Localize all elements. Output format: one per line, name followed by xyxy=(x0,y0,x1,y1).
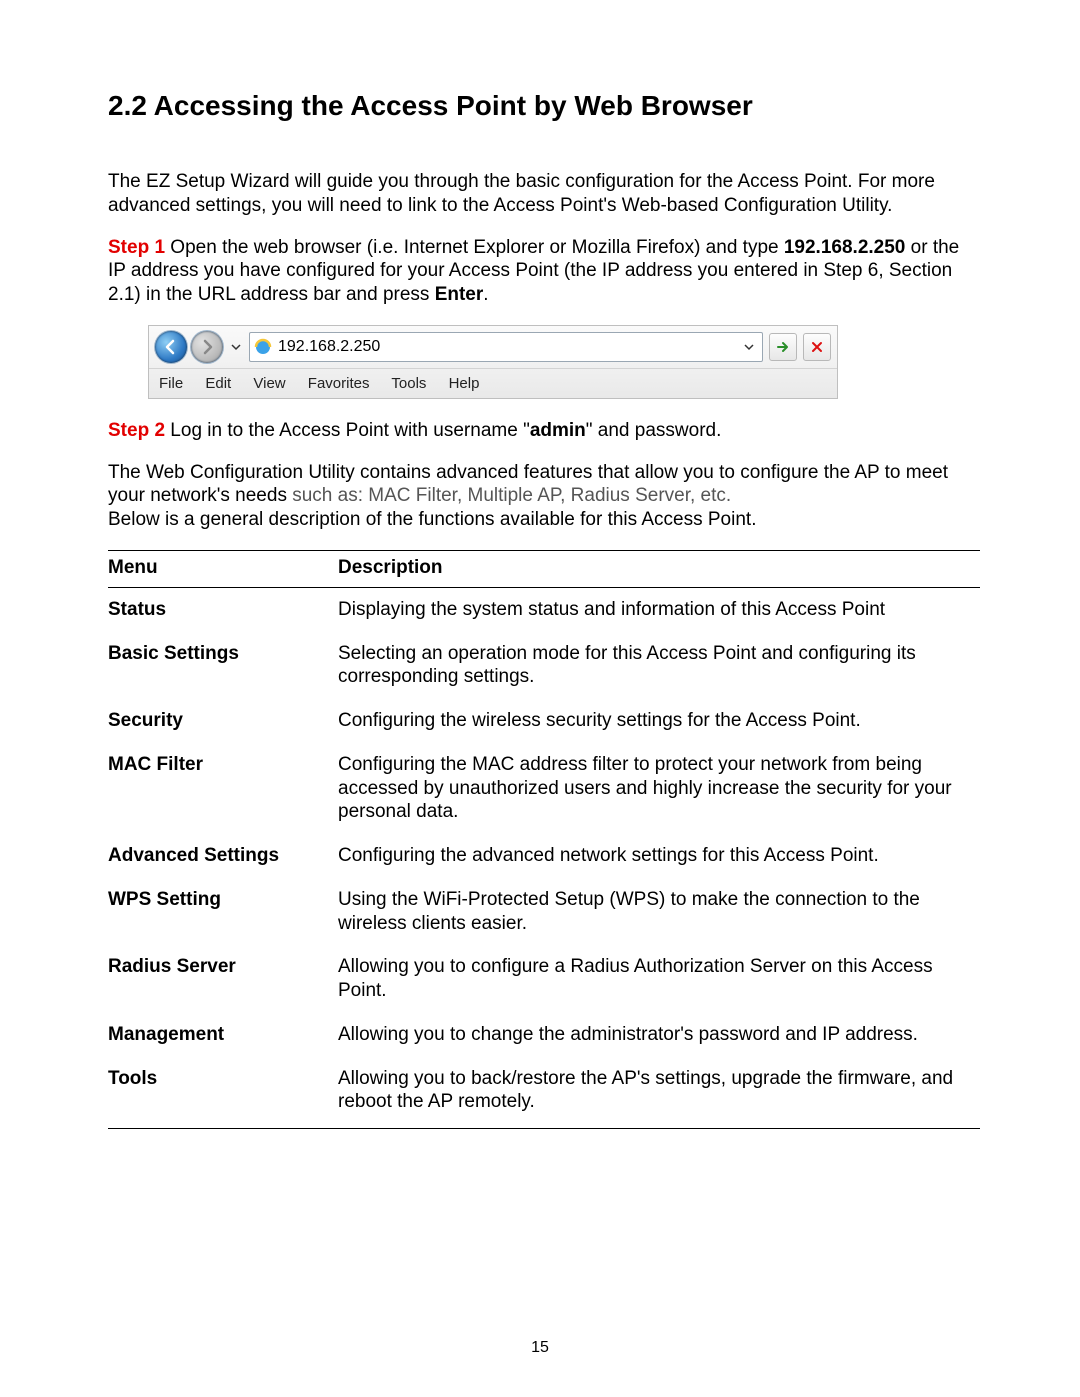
desc-advanced-settings: Configuring the advanced network setting… xyxy=(338,834,980,878)
th-description: Description xyxy=(338,550,980,587)
nav-dropdown[interactable] xyxy=(230,341,242,353)
step-1-period: . xyxy=(483,284,488,305)
table-row: ManagementAllowing you to change the adm… xyxy=(108,1013,980,1057)
forward-button[interactable] xyxy=(191,331,223,363)
th-menu: Menu xyxy=(108,550,338,587)
step-2-admin: admin xyxy=(530,420,586,441)
desc-status: Displaying the system status and informa… xyxy=(338,587,980,631)
para3-b: Below is a general description of the fu… xyxy=(108,509,756,530)
forward-arrow-icon xyxy=(199,339,215,355)
menu-mac-filter: MAC Filter xyxy=(108,743,338,834)
functions-table: Menu Description StatusDisplaying the sy… xyxy=(108,550,980,1129)
menu-view[interactable]: View xyxy=(253,375,285,392)
stop-button[interactable] xyxy=(803,333,831,361)
address-bar[interactable] xyxy=(249,332,763,362)
browser-toolbar: File Edit View Favorites Tools Help xyxy=(148,325,838,399)
menu-basic-settings: Basic Settings xyxy=(108,632,338,700)
menu-security: Security xyxy=(108,699,338,743)
intro-paragraph: The EZ Setup Wizard will guide you throu… xyxy=(108,170,980,218)
menu-file[interactable]: File xyxy=(159,375,183,392)
back-button[interactable] xyxy=(155,331,187,363)
step-2-text-a: Log in to the Access Point with username… xyxy=(165,420,530,441)
para3-gray: such as: MAC Filter, Multiple AP, Radius… xyxy=(292,485,731,506)
table-row: Radius ServerAllowing you to configure a… xyxy=(108,945,980,1013)
menu-favorites[interactable]: Favorites xyxy=(308,375,370,392)
chevron-down-icon xyxy=(743,341,755,353)
table-row: WPS SettingUsing the WiFi-Protected Setu… xyxy=(108,878,980,946)
go-button[interactable] xyxy=(769,333,797,361)
desc-management: Allowing you to change the administrator… xyxy=(338,1013,980,1057)
desc-radius-server: Allowing you to configure a Radius Autho… xyxy=(338,945,980,1013)
menu-wps-setting: WPS Setting xyxy=(108,878,338,946)
desc-tools: Allowing you to back/restore the AP's se… xyxy=(338,1057,980,1129)
table-row: Advanced SettingsConfiguring the advance… xyxy=(108,834,980,878)
desc-basic-settings: Selecting an operation mode for this Acc… xyxy=(338,632,980,700)
table-row: Basic SettingsSelecting an operation mod… xyxy=(108,632,980,700)
step-1-paragraph: Step 1 Open the web browser (i.e. Intern… xyxy=(108,236,980,307)
menu-management: Management xyxy=(108,1013,338,1057)
step-1-text-a: Open the web browser (i.e. Internet Expl… xyxy=(165,237,784,258)
table-row: MAC FilterConfiguring the MAC address fi… xyxy=(108,743,980,834)
table-row: ToolsAllowing you to back/restore the AP… xyxy=(108,1057,980,1129)
address-input[interactable] xyxy=(278,338,734,356)
step-2-text-b: " and password. xyxy=(586,420,722,441)
table-row: SecurityConfiguring the wireless securit… xyxy=(108,699,980,743)
step-1-enter: Enter xyxy=(435,284,484,305)
menu-tools[interactable]: Tools xyxy=(391,375,426,392)
step-1-ip: 192.168.2.250 xyxy=(784,237,906,258)
page-number: 15 xyxy=(0,1339,1080,1357)
go-arrow-icon xyxy=(775,339,791,355)
desc-security: Configuring the wireless security settin… xyxy=(338,699,980,743)
section-heading: 2.2 Accessing the Access Point by Web Br… xyxy=(108,90,980,122)
menu-edit[interactable]: Edit xyxy=(205,375,231,392)
menu-tools: Tools xyxy=(108,1057,338,1129)
chevron-down-icon xyxy=(230,341,242,353)
desc-wps-setting: Using the WiFi-Protected Setup (WPS) to … xyxy=(338,878,980,946)
close-icon xyxy=(810,340,824,354)
menu-advanced-settings: Advanced Settings xyxy=(108,834,338,878)
menu-help[interactable]: Help xyxy=(449,375,480,392)
menu-radius-server: Radius Server xyxy=(108,945,338,1013)
address-dropdown[interactable] xyxy=(740,334,758,360)
step-2-paragraph: Step 2 Log in to the Access Point with u… xyxy=(108,419,980,443)
paragraph-3: The Web Configuration Utility contains a… xyxy=(108,461,980,532)
back-arrow-icon xyxy=(163,339,179,355)
step-1-label: Step 1 xyxy=(108,237,165,258)
menu-status: Status xyxy=(108,587,338,631)
step-2-label: Step 2 xyxy=(108,420,165,441)
desc-mac-filter: Configuring the MAC address filter to pr… xyxy=(338,743,980,834)
table-row: StatusDisplaying the system status and i… xyxy=(108,587,980,631)
ie-icon xyxy=(254,338,272,356)
browser-menu-bar: File Edit View Favorites Tools Help xyxy=(149,369,837,398)
